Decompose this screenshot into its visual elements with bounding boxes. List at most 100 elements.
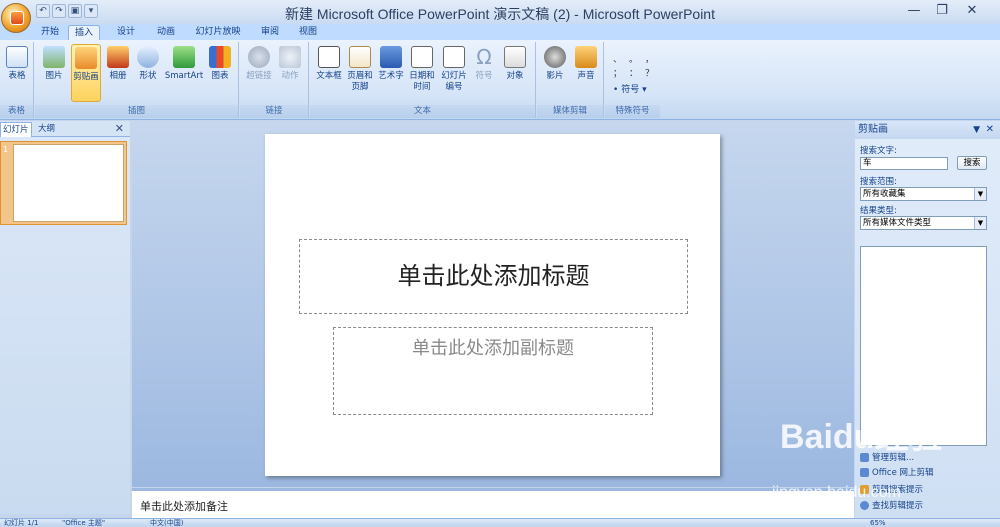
datetime-label: 日期和时间 [409,71,435,92]
movie-label: 影片 [546,71,564,81]
datetime-button[interactable]: 日期和时间 [406,44,438,102]
album-button[interactable]: 相册 [103,44,133,102]
textbox-button[interactable]: 文本框 [314,44,344,102]
tab-insert[interactable]: 插入 [68,25,100,40]
sound-button[interactable]: 声音 [571,44,601,102]
slides-panel-tabs: 幻灯片 大纲 ✕ [0,121,130,137]
office-online-link[interactable]: Office 网上剪辑 [860,466,934,478]
ribbon-tabs: 开始 插入 设计 动画 幻灯片放映 审阅 视图 [0,24,1000,40]
slide-canvas: 单击此处添加标题 单击此处添加副标题 [132,121,854,487]
close-icon[interactable]: ✕ [115,122,124,135]
pane-close-icon[interactable]: ✕ [986,121,994,139]
shapes-button[interactable]: 形状 [133,44,163,102]
smartart-button[interactable]: SmartArt [163,44,205,102]
baidu-watermark: Baidu经验 [780,418,943,456]
special-char-6[interactable]: ？ [645,66,654,79]
wordart-button[interactable]: 艺术字 [376,44,406,102]
subtitle-placeholder[interactable]: 单击此处添加副标题 [333,327,653,415]
type-label: 结果类型: [860,206,897,216]
title-placeholder[interactable]: 单击此处添加标题 [299,239,688,314]
special-char-5[interactable]: ： [629,66,638,79]
action-button[interactable]: 动作 [275,44,305,102]
shapes-icon [137,46,159,68]
redo-button[interactable]: ↷ [52,4,66,18]
group-label-text: 文本 [310,105,535,118]
chevron-down-icon[interactable]: ▼ [974,188,986,200]
film-reel-icon [544,46,566,68]
hyperlink-button[interactable]: 超链接 [243,44,275,102]
slide-number-icon [443,46,465,68]
save-button[interactable]: ▣ [68,4,82,18]
hyperlink-icon [248,46,270,68]
object-label: 对象 [506,71,524,81]
movie-button[interactable]: 影片 [540,44,570,102]
pane-menu-icon[interactable]: ▼ [973,121,980,139]
scope-select[interactable]: 所有收藏集 ▼ [860,187,987,201]
group-links: 超链接 动作 链接 [240,42,309,118]
table-button[interactable]: 表格 [2,44,32,102]
wordart-icon [380,46,402,68]
close-button[interactable]: ✕ [958,2,986,20]
globe-icon [860,467,869,477]
special-char-3[interactable]: ， [645,52,654,65]
tab-slideshow[interactable]: 幻灯片放映 [190,25,246,40]
tab-view[interactable]: 视图 [294,25,322,40]
object-button[interactable]: 对象 [500,44,530,102]
scope-value: 所有收藏集 [863,189,906,199]
clipart-button[interactable]: 剪贴画 [71,44,101,102]
picture-button[interactable]: 图片 [39,44,69,102]
group-label-media: 媒体剪辑 [537,105,603,118]
symbol-button[interactable]: Ω 符号 [470,44,498,102]
undo-button[interactable]: ↶ [36,4,50,18]
chevron-down-icon[interactable]: ▼ [974,217,986,229]
smartart-label: SmartArt [164,71,204,81]
tab-review[interactable]: 审阅 [256,25,284,40]
customize-qat-icon[interactable]: ▾ [84,4,98,18]
office-logo-icon [10,11,24,25]
tab-animation[interactable]: 动画 [152,25,180,40]
special-symbol-button[interactable]: • 符号 ▾ [613,82,647,95]
watermark-url: jingyan.baidu.com [772,484,901,501]
restore-button[interactable]: ❐ [928,2,956,20]
office-button[interactable] [1,3,31,33]
clipart-results[interactable] [860,246,987,446]
status-bar: 幻灯片 1/1 "Office 主题" 中文(中国) 65% [0,518,1000,527]
slide-thumbnail-item[interactable]: 1 [0,141,127,225]
picture-label: 图片 [45,71,63,81]
type-select[interactable]: 所有媒体文件类型 ▼ [860,216,987,230]
textbox-label: 文本框 [316,71,342,81]
group-label-table: 表格 [0,105,33,118]
action-label: 动作 [281,71,299,81]
group-label-special: 特殊符号 [605,105,660,118]
minimize-button[interactable]: — [900,2,928,20]
notes-pane[interactable]: 单击此处添加备注 [132,488,854,518]
tab-slides[interactable]: 幻灯片 [0,122,32,137]
symbol-label: 符号 [475,71,493,81]
slide-number: 1 [3,145,9,154]
search-button[interactable]: 搜索 [957,156,987,170]
album-icon [107,46,129,68]
shapes-label: 形状 [139,71,157,81]
special-symbol-label: 符号 [621,85,640,95]
tab-design[interactable]: 设计 [112,25,140,40]
special-char-2[interactable]: 。 [629,52,638,65]
special-char-4[interactable]: ； [613,66,622,79]
headerfooter-button[interactable]: 页眉和页脚 [344,44,376,102]
chart-button[interactable]: 图表 [205,44,235,102]
ribbon: 表格 表格 图片 剪贴画 相册 形状 SmartArt 图表 插图 超链接 动作… [0,40,1000,120]
type-value: 所有媒体文件类型 [863,218,932,228]
slidenum-button[interactable]: 幻灯片编号 [438,44,470,102]
group-label-illustrations: 插图 [35,105,238,118]
window-title: 新建 Microsoft Office PowerPoint 演示文稿 (2) … [285,6,715,22]
office-online-label: Office 网上剪辑 [872,468,934,478]
search-input[interactable]: 车 [860,157,948,170]
clipart-label: 剪贴画 [73,72,99,82]
special-char-1[interactable]: 、 [613,52,622,65]
tab-outline[interactable]: 大纲 [36,122,57,137]
group-table: 表格 表格 [0,42,34,118]
slide[interactable]: 单击此处添加标题 单击此处添加副标题 [265,134,720,476]
tab-home[interactable]: 开始 [36,25,64,40]
slide-thumbnail[interactable] [13,144,124,222]
clipart-task-pane: 剪贴画 ▼ ✕ 搜索文字: 车 搜索 搜索范围: 所有收藏集 ▼ 结果类型: 所有… [855,121,1000,518]
quick-access-toolbar: ↶ ↷ ▣ ▾ [36,2,98,20]
